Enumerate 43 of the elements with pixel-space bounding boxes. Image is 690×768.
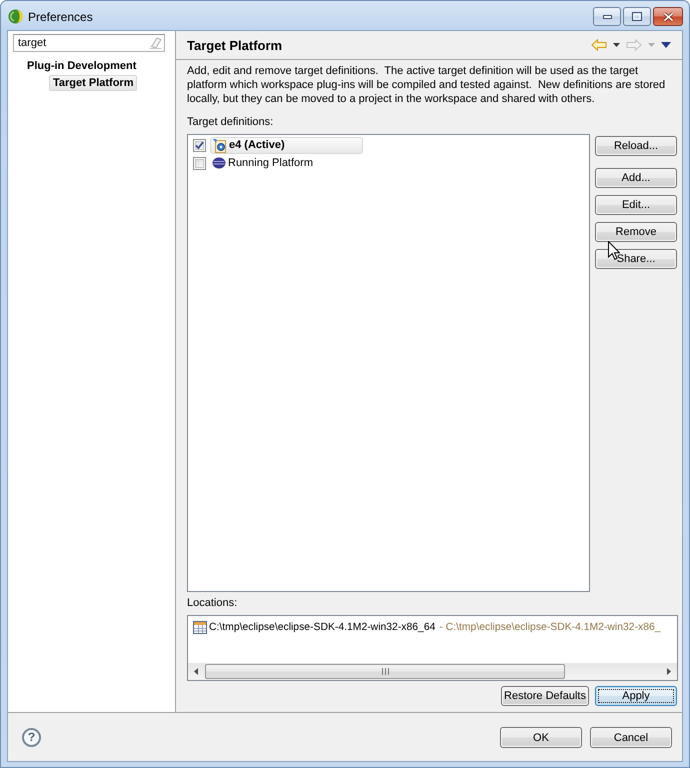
- description-text: Add, edit and remove target definitions. The active target definition will be used as the target platform which workspace plug-ins will be compiled and tested against. New definitions are stored locally, but they can be moved to a project in the workspace and shared with others.: [187, 64, 666, 106]
- share-button[interactable]: Share...: [595, 249, 677, 269]
- maximize-button[interactable]: [623, 7, 651, 26]
- minimize-button[interactable]: [593, 7, 621, 26]
- grip-icon: [382, 668, 388, 675]
- remove-button[interactable]: Remove: [595, 222, 677, 242]
- close-button[interactable]: [653, 7, 683, 26]
- tree-item[interactable]: Target Platform: [49, 74, 138, 90]
- location-path: C:\tmp\eclipse\eclipse-SDK-4.1M2-win32-x86_64: [209, 622, 436, 632]
- minimize-icon: [602, 14, 612, 18]
- apply-button[interactable]: Apply: [595, 686, 677, 706]
- scroll-right-icon[interactable]: [667, 668, 671, 675]
- menu-icon[interactable]: [661, 42, 671, 48]
- edit-button[interactable]: Edit...: [595, 195, 677, 215]
- locations-label: Locations:: [187, 596, 238, 610]
- window-title: Preferences: [28, 10, 93, 24]
- location-detail: - C:\tmp\eclipse\eclipse-SDK-4.1M2-win32-x86_: [439, 622, 661, 632]
- horizontal-scrollbar[interactable]: [188, 663, 677, 680]
- list-item[interactable]: e4 (Active): [210, 136, 363, 154]
- tree-item[interactable]: Plug-in Development: [23, 58, 140, 74]
- scrollbar-thumb[interactable]: [205, 664, 565, 679]
- checkbox[interactable]: [193, 156, 206, 170]
- add-button[interactable]: Add...: [595, 168, 677, 188]
- maximize-icon: [632, 12, 642, 21]
- scroll-left-icon[interactable]: [194, 668, 198, 675]
- target-name: e4 (Active): [229, 139, 285, 151]
- definitions-label: Target definitions:: [187, 115, 274, 129]
- checkbox[interactable]: [193, 138, 206, 152]
- sphere-icon: [212, 157, 226, 169]
- close-icon: [662, 12, 674, 22]
- help-button[interactable]: ?: [22, 728, 41, 747]
- restore-defaults-button[interactable]: Restore Defaults: [501, 686, 589, 706]
- target-file-icon: [212, 138, 227, 152]
- ok-button[interactable]: OK: [500, 727, 582, 748]
- table-icon: [193, 620, 207, 634]
- target-name: Running Platform: [228, 157, 313, 169]
- filter-field[interactable]: target: [13, 34, 165, 52]
- reload-button[interactable]: Reload...: [595, 136, 677, 156]
- cancel-button[interactable]: Cancel: [590, 727, 672, 748]
- caret-icon[interactable]: [613, 43, 620, 47]
- list-item[interactable]: Running Platform: [210, 154, 363, 172]
- page-title: Target Platform: [187, 38, 282, 52]
- app-icon: [8, 9, 23, 24]
